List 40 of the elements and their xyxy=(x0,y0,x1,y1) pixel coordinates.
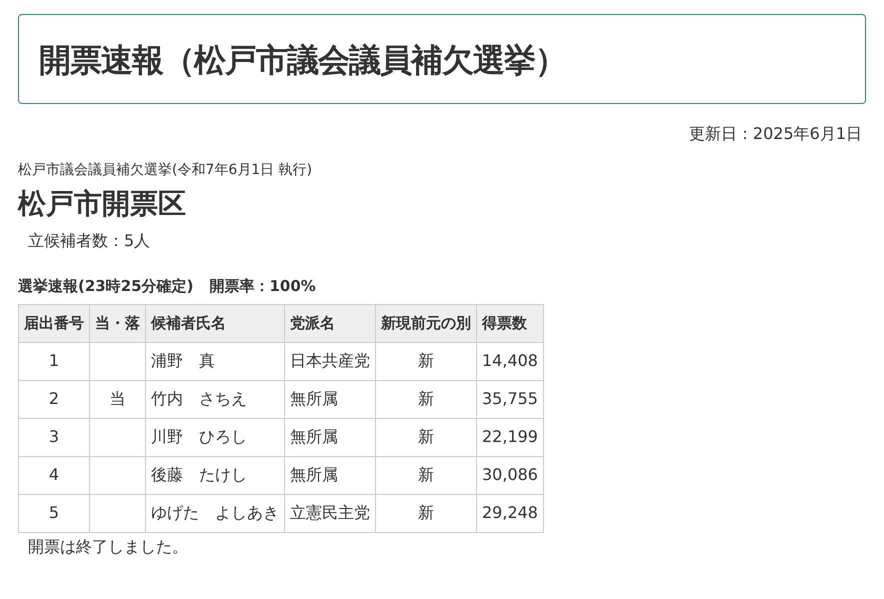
footer-note: 開票は終了しました。 xyxy=(28,536,188,556)
status-cell: 新 xyxy=(376,342,476,380)
party-cell: 無所属 xyxy=(284,418,376,456)
name-cell: 川野 ひろし xyxy=(146,418,284,456)
votes-cell: 14,408 xyxy=(476,342,544,380)
party-cell: 立憲民主党 xyxy=(284,494,376,532)
number-cell: 3 xyxy=(18,418,90,456)
page-title: 開票速報（松戸市議会議員補欠選挙） xyxy=(39,41,567,80)
number-cell: 4 xyxy=(18,456,90,494)
counting-rate: 開票率：100% xyxy=(209,276,316,298)
number-cell: 2 xyxy=(18,380,90,418)
status-cell: 新 xyxy=(376,418,476,456)
district-heading: 松戸市開票区 xyxy=(18,187,186,220)
column-header: 党派名 xyxy=(284,304,376,342)
status-cell: 新 xyxy=(376,380,476,418)
column-header: 新現前元の別 xyxy=(376,304,476,342)
votes-cell: 22,199 xyxy=(476,418,544,456)
votes-cell: 30,086 xyxy=(476,456,544,494)
column-header: 得票数 xyxy=(476,304,544,342)
name-cell: ゆげた よしあき xyxy=(146,494,284,532)
name-cell: 竹内 さちえ xyxy=(146,380,284,418)
candidate-count: 立候補者数：5人 xyxy=(28,231,150,250)
election-name: 松戸市議会議員補欠選挙(令和7年6月1日 執行) xyxy=(18,162,312,178)
column-header: 候補者氏名 xyxy=(146,304,284,342)
votes-cell: 35,755 xyxy=(476,380,544,418)
column-header: 当・落 xyxy=(90,304,146,342)
party-cell: 日本共産党 xyxy=(284,342,376,380)
result-cell: 当 xyxy=(90,380,146,418)
column-header: 届出番号 xyxy=(18,304,90,342)
number-cell: 1 xyxy=(18,342,90,380)
report-status: 選挙速報(23時25分確定) xyxy=(18,276,194,298)
votes-cell: 29,248 xyxy=(476,494,544,532)
party-cell: 無所属 xyxy=(284,456,376,494)
party-cell: 無所属 xyxy=(284,380,376,418)
name-cell: 後藤 たけし xyxy=(146,456,284,494)
updated-date: 更新日：2025年6月1日 xyxy=(688,124,862,144)
name-cell: 浦野 真 xyxy=(146,342,284,380)
number-cell: 5 xyxy=(18,494,90,532)
status-cell: 新 xyxy=(376,456,476,494)
status-cell: 新 xyxy=(376,494,476,532)
